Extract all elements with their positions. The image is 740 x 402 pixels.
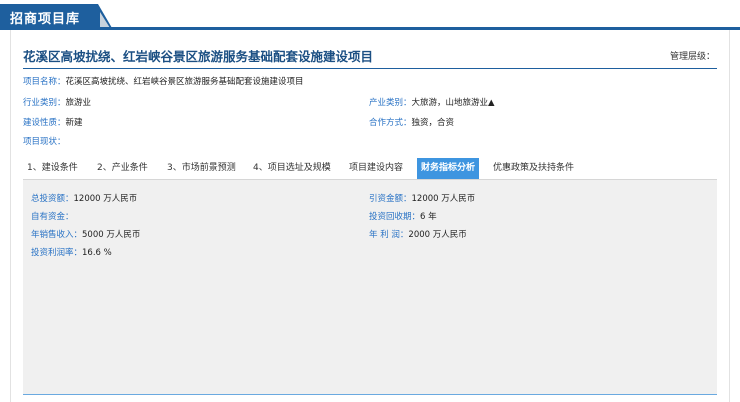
tab-policy-support[interactable]: 优惠政策及扶持条件 [489,158,578,179]
construction-row: 建设性质：新建 [23,116,83,128]
construction-label: 建设性质： [23,118,66,128]
own-funds-label: 自有资金： [31,212,74,222]
industry-category-value: 旅游业 [65,98,92,108]
total-investment-row: 总投资额：12000 万人民币 [31,192,137,204]
attract-amount-value: 12000 万人民币 [411,194,476,204]
own-funds-row: 自有资金： [31,210,74,222]
payback-value: 6 年 [420,212,437,222]
annual-sales-row: 年销售收入：5000 万人民币 [31,228,140,240]
annual-profit-value: 2000 万人民币 [408,230,467,240]
financial-content: 总投资额：12000 万人民币 引资金额：12000 万人民币 自有资金： 投资… [23,179,717,394]
project-panel: 花溪区高坡扰绕、红岩峡谷景区旅游服务基础配套设施建设项目 管理层级： 项目名称：… [10,30,730,402]
detail-tabs: 1、建设条件 2、产业条件 3、市场前景预测 4、项目选址及规模 项目建设内容 … [23,158,717,179]
annual-sales-value: 5000 万人民币 [82,230,141,240]
title-divider [23,68,717,69]
attract-amount-row: 引资金额：12000 万人民币 [369,192,475,204]
project-title: 花溪区高坡扰绕、红岩峡谷景区旅游服务基础配套设施建设项目 [23,49,374,64]
project-status-row: 项目现状： [23,135,66,147]
header-tab-accent [100,12,110,28]
industry-category-label: 行业类别： [23,98,66,108]
payback-row: 投资回收期：6 年 [369,210,437,222]
tab-site-and-scale[interactable]: 4、项目选址及规模 [249,158,335,179]
project-name-row: 项目名称：花溪区高坡扰绕、红岩峡谷景区旅游服务基础配套设施建设项目 [23,75,304,87]
construction-value: 新建 [65,118,83,128]
header-bar: 招商项目库 [0,0,740,30]
tab-market-forecast[interactable]: 3、市场前景预测 [163,158,240,179]
annual-profit-label: 年 利 润： [369,230,409,240]
payback-label: 投资回收期： [369,212,421,222]
cooperation-label: 合作方式： [369,118,412,128]
industry-type-value: 大旅游，山地旅游业▲ [411,98,495,108]
tab-construction-conditions[interactable]: 1、建设条件 [23,158,82,179]
total-investment-value: 12000 万人民币 [73,194,138,204]
roi-row: 投资利润率：16.6 % [31,246,112,258]
annual-sales-label: 年销售收入： [31,230,83,240]
project-name-value: 花溪区高坡扰绕、红岩峡谷景区旅游服务基础配套设施建设项目 [65,77,304,87]
page-title: 招商项目库 [10,12,81,27]
industry-category-row: 行业类别：旅游业 [23,96,91,108]
attract-amount-label: 引资金额： [369,194,412,204]
cooperation-value: 独资，合资 [411,118,455,128]
tab-construction-content[interactable]: 项目建设内容 [345,158,407,179]
annual-profit-row: 年 利 润：2000 万人民币 [369,228,467,240]
industry-type-label: 产业类别： [369,98,412,108]
mgmt-level-label: 管理层级： [669,52,715,62]
tab-financial-analysis[interactable]: 财务指标分析 [417,158,480,179]
roi-value: 16.6 % [82,248,112,258]
tab-industry-conditions[interactable]: 2、产业条件 [93,158,152,179]
header-tab: 招商项目库 [0,4,112,28]
cooperation-row: 合作方式：独资，合资 [369,116,454,128]
project-name-label: 项目名称： [23,77,66,87]
project-status-label: 项目现状： [23,137,66,147]
total-investment-label: 总投资额： [31,194,74,204]
roi-label: 投资利润率： [31,248,83,258]
industry-type-row: 产业类别：大旅游，山地旅游业▲ [369,96,495,108]
content-bottom-rule [23,394,717,395]
